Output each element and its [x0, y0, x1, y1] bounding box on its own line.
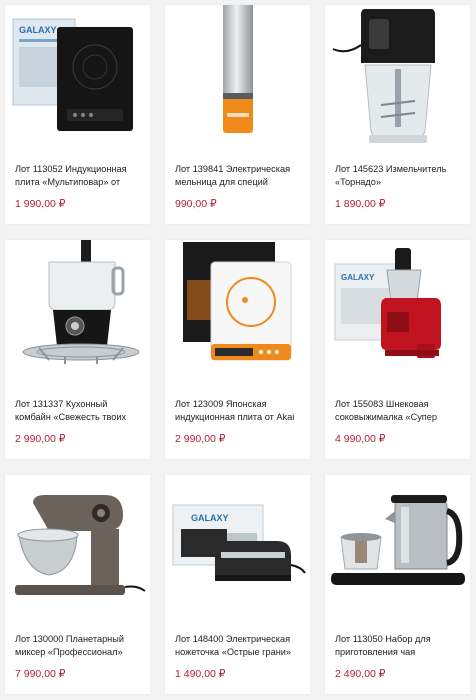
product-image[interactable]	[325, 5, 470, 148]
induction-cooktop-icon	[183, 242, 292, 361]
product-title[interactable]: Лот 145623 Измельчитель «Торнадо»	[335, 163, 463, 189]
product-price: 1 490,00 ₽	[175, 668, 226, 680]
chopper-icon	[332, 9, 435, 143]
product-card[interactable]: Лот 139841 Электрическая мельница для сп…	[165, 5, 310, 224]
product-image[interactable]	[325, 475, 470, 618]
spice-grinder-icon	[223, 5, 253, 133]
product-card[interactable]: Лот 145623 Измельчитель «Торнадо» 1 890,…	[325, 5, 470, 224]
knife-sharpener-icon: GALAXY	[172, 504, 306, 581]
product-price: 2 490,00 ₽	[335, 668, 386, 680]
product-price: 990,00 ₽	[175, 198, 217, 210]
product-card[interactable]: Лот 130000 Планетарный миксер «Профессио…	[5, 475, 150, 694]
product-title[interactable]: Лот 113052 Индукционная плита «Мультипов…	[15, 163, 143, 189]
product-card[interactable]: Лот 131337 Кухонный комбайн «Свежесть тв…	[5, 240, 150, 459]
product-brand: GALAXY	[19, 25, 57, 35]
product-card[interactable]: GALAXY Лот 113052 Индукционная плита «Му…	[5, 5, 150, 224]
product-card[interactable]: GALAXY Лот 155083 Шнековая соковыжималка…	[325, 240, 470, 459]
product-brand: GALAXY	[191, 513, 229, 523]
product-price: 7 990,00 ₽	[15, 668, 66, 680]
product-title[interactable]: Лот 148400 Электрическая ножеточка «Остр…	[175, 633, 303, 659]
product-title[interactable]: Лот 139841 Электрическая мельница для сп…	[175, 163, 303, 189]
product-image[interactable]: GALAXY	[165, 475, 310, 618]
product-brand: GALAXY	[341, 273, 375, 282]
food-processor-icon	[22, 240, 140, 364]
product-price: 2 990,00 ₽	[15, 433, 66, 445]
product-card[interactable]: Лот 113050 Набор для приготовления чая 2…	[325, 475, 470, 694]
product-image[interactable]: GALAXY	[5, 5, 150, 148]
product-title[interactable]: Лот 123009 Японская индукционная плита о…	[175, 398, 303, 424]
product-image[interactable]	[5, 240, 150, 383]
tea-set-icon	[331, 495, 465, 585]
product-title[interactable]: Лот 113050 Набор для приготовления чая	[335, 633, 463, 659]
product-card[interactable]: Лот 123009 Японская индукционная плита о…	[165, 240, 310, 459]
juicer-icon: GALAXY	[334, 248, 441, 358]
product-price: 1 890,00 ₽	[335, 198, 386, 210]
induction-cooktop-icon: GALAXY	[12, 18, 133, 131]
product-card[interactable]: GALAXY Лот 148400 Электрическая ножеточк…	[165, 475, 310, 694]
stand-mixer-icon	[15, 495, 146, 595]
product-image[interactable]	[165, 240, 310, 383]
product-title[interactable]: Лот 131337 Кухонный комбайн «Свежесть тв…	[15, 398, 143, 424]
product-image[interactable]: GALAXY	[325, 240, 470, 383]
product-image[interactable]	[165, 5, 310, 148]
product-price: 1 990,00 ₽	[15, 198, 66, 210]
product-title[interactable]: Лот 130000 Планетарный миксер «Профессио…	[15, 633, 143, 659]
product-price: 4 990,00 ₽	[335, 433, 386, 445]
product-image[interactable]	[5, 475, 150, 618]
product-price: 2 990,00 ₽	[175, 433, 226, 445]
product-title[interactable]: Лот 155083 Шнековая соковыжималка «Супер	[335, 398, 463, 424]
product-grid: GALAXY Лот 113052 Индукционная плита «Му…	[0, 0, 476, 700]
